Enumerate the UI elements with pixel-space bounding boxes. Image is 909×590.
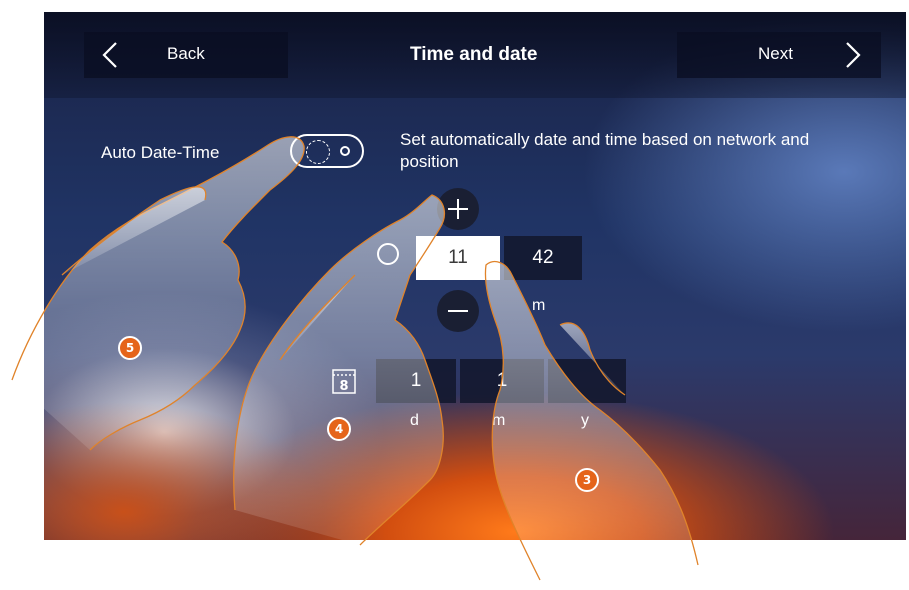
hands-illustration xyxy=(11,136,699,581)
step-badge-5: 5 xyxy=(118,336,142,360)
step-badge-4: 4 xyxy=(327,417,351,441)
step-badge-3: 3 xyxy=(575,468,599,492)
